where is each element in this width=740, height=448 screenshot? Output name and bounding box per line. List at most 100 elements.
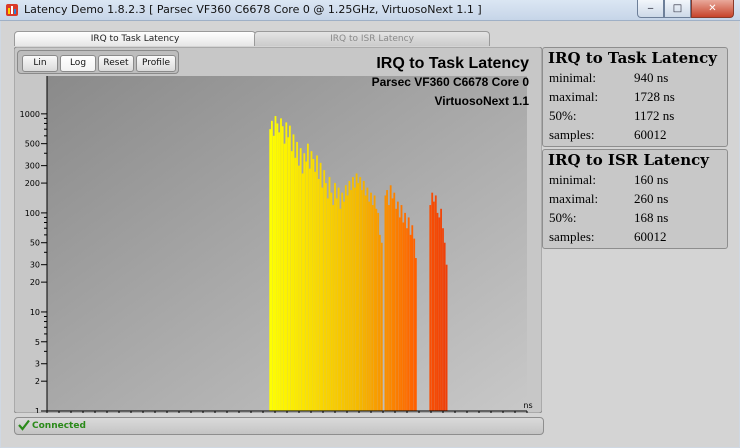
app-icon xyxy=(6,4,18,16)
histogram-bar xyxy=(378,234,381,411)
y-tick-label: 1000 xyxy=(20,110,40,119)
stats-row-maximal: maximal: 260 ns xyxy=(543,189,727,208)
profile-button[interactable]: Profile xyxy=(136,55,176,72)
status-bar: Connected xyxy=(14,417,544,435)
histogram-bar xyxy=(438,217,441,411)
stats-label: samples: xyxy=(549,229,595,244)
latency-histogram: 1235102030501002003005001000025050075010… xyxy=(13,46,543,425)
histogram-bar xyxy=(337,187,340,411)
histogram-bar xyxy=(407,217,410,411)
stats-label: maximal: xyxy=(549,191,599,206)
reset-button[interactable]: Reset xyxy=(98,55,134,72)
histogram-bar xyxy=(445,264,448,411)
y-tick-label: 2 xyxy=(35,377,40,386)
histogram-bar xyxy=(370,192,372,411)
histogram-bar xyxy=(346,195,349,411)
y-tick-label: 3 xyxy=(35,360,40,369)
y-tick-label: 100 xyxy=(25,209,40,218)
close-icon: ✕ xyxy=(708,3,717,14)
histogram-bar xyxy=(434,195,437,411)
y-tick-label: 300 xyxy=(25,162,40,171)
stats-label: minimal: xyxy=(549,172,596,187)
histogram-bar xyxy=(326,198,329,411)
histogram-bar xyxy=(357,183,360,411)
histogram-bar xyxy=(292,134,295,411)
histogram-bar xyxy=(443,242,446,411)
histogram-bar xyxy=(364,195,367,411)
histogram-bar xyxy=(366,187,369,411)
y-tick-label: 10 xyxy=(30,308,40,317)
histogram-bar xyxy=(310,151,313,411)
histogram-bar xyxy=(301,173,304,411)
stats-value: 1172 ns xyxy=(634,108,675,123)
histogram-bar xyxy=(332,205,334,411)
histogram-bar xyxy=(402,222,405,411)
stats-value: 168 ns xyxy=(634,210,669,225)
maximize-button[interactable]: □ xyxy=(664,0,691,18)
histogram-bar xyxy=(323,170,326,411)
histogram-bar xyxy=(341,192,344,411)
stats-row-minimal: minimal: 160 ns xyxy=(543,170,727,189)
histogram-bar xyxy=(368,201,370,411)
stats-title-isr: IRQ to ISR Latency xyxy=(548,151,709,169)
histogram-bar xyxy=(305,161,308,411)
histogram-bar xyxy=(436,212,439,411)
stats-value: 160 ns xyxy=(634,172,669,187)
stats-value: 260 ns xyxy=(634,191,669,206)
histogram-bar xyxy=(270,120,273,412)
histogram-bar xyxy=(371,205,374,411)
histogram-bar xyxy=(269,129,272,412)
chart-title-block: IRQ to Task Latency Parsec VF360 C6678 C… xyxy=(372,54,529,110)
y-tick-label: 20 xyxy=(30,278,40,287)
tab-irq-to-task[interactable]: IRQ to Task Latency xyxy=(14,31,256,46)
histogram-bar xyxy=(432,201,435,411)
stats-label: minimal: xyxy=(549,70,596,85)
histogram-bar xyxy=(288,125,291,411)
histogram-bar xyxy=(334,183,336,411)
histogram-bar xyxy=(398,217,401,411)
connection-status: Connected xyxy=(32,421,86,431)
stats-row-samples: samples: 60012 xyxy=(543,125,727,144)
stats-value: 60012 xyxy=(634,127,667,142)
histogram-bar xyxy=(312,159,315,411)
stats-row-maximal: maximal: 1728 ns xyxy=(543,87,727,106)
minimize-button[interactable]: ‒ xyxy=(637,0,664,18)
histogram-bar xyxy=(303,153,306,411)
close-button[interactable]: ✕ xyxy=(691,0,734,18)
histogram-bar xyxy=(280,118,282,411)
stats-row-median: 50%: 168 ns xyxy=(543,208,727,227)
histogram-bar xyxy=(414,258,417,411)
histogram-bar xyxy=(316,155,318,411)
histogram-bar xyxy=(281,126,284,411)
histogram-bar xyxy=(411,225,414,411)
lin-button[interactable]: Lin xyxy=(22,55,58,72)
main-area: IRQ to Task Latency IRQ to ISR Latency 1… xyxy=(1,21,739,447)
histogram-bar xyxy=(274,116,277,411)
maximize-icon: □ xyxy=(672,3,683,14)
log-button[interactable]: Log xyxy=(60,55,96,72)
stats-panel-isr: IRQ to ISR Latency minimal: 160 ns maxima… xyxy=(542,149,728,249)
scale-toolbar: Lin Log Reset Profile xyxy=(17,50,179,74)
histogram-bar xyxy=(391,198,394,411)
tab-irq-to-isr[interactable]: IRQ to ISR Latency xyxy=(254,31,490,46)
histogram-bar xyxy=(287,137,290,411)
histogram-bar xyxy=(413,238,416,411)
stats-label: 50%: xyxy=(549,108,577,123)
stats-panel-task: IRQ to Task Latency minimal: 940 ns maxim… xyxy=(542,47,728,147)
stats-row-samples: samples: 60012 xyxy=(543,227,727,246)
histogram-bar xyxy=(314,171,316,411)
histogram-bar xyxy=(406,228,408,411)
minimize-icon: ‒ xyxy=(647,3,654,14)
window-title: Latency Demo 1.8.2.3 [ Parsec VF360 C667… xyxy=(24,3,482,16)
histogram-bar xyxy=(306,143,309,411)
histogram-bar xyxy=(395,208,398,411)
stats-label: 50%: xyxy=(549,210,577,225)
histogram-bar xyxy=(344,185,347,411)
histogram-bar xyxy=(431,192,434,411)
histogram-bar xyxy=(339,208,342,411)
histogram-bar xyxy=(290,151,293,411)
histogram-bar xyxy=(359,177,362,411)
histogram-bar xyxy=(330,192,333,411)
y-tick-label: 50 xyxy=(30,239,40,248)
histogram-bar xyxy=(396,201,399,411)
